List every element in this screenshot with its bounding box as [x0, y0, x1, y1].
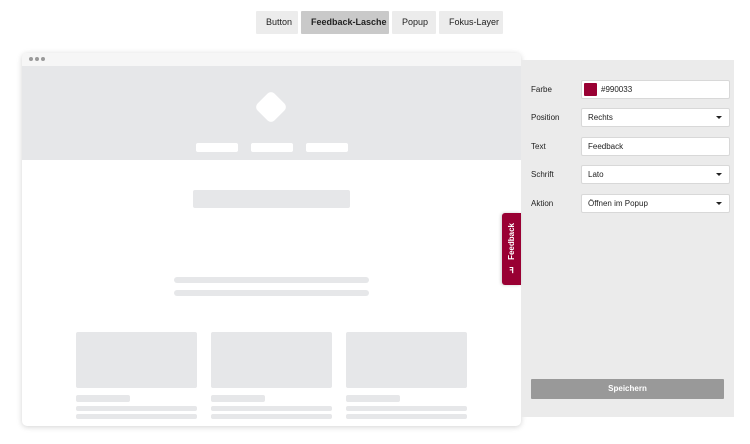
card-image-placeholder	[346, 332, 467, 388]
font-row: Schrift Lato	[531, 165, 730, 184]
feedback-tab-label: Feedback	[507, 223, 516, 260]
caret-down-icon	[716, 202, 722, 205]
action-row: Aktion Öffnen im Popup	[531, 194, 730, 213]
card-title-placeholder	[211, 395, 265, 402]
nav-placeholder	[251, 143, 293, 152]
color-value: #990033	[601, 85, 633, 94]
feedback-tab[interactable]: Feedback ꟻ	[502, 213, 521, 285]
font-label: Schrift	[531, 170, 554, 179]
position-row: Position Rechts	[531, 108, 730, 127]
position-label: Position	[531, 113, 560, 122]
window-dots-icon	[29, 57, 45, 61]
card-image-placeholder	[211, 332, 332, 388]
tab-button[interactable]: Button	[256, 11, 298, 34]
action-select[interactable]: Öffnen im Popup	[581, 194, 730, 213]
card-text-placeholder	[76, 406, 197, 411]
nav-placeholder	[196, 143, 238, 152]
card-title-placeholder	[346, 395, 400, 402]
card-title-placeholder	[76, 395, 130, 402]
position-select[interactable]: Rechts	[581, 108, 730, 127]
browser-title-bar	[22, 53, 521, 66]
color-picker-field[interactable]: #990033	[581, 80, 730, 99]
caret-down-icon	[716, 116, 722, 119]
website-preview	[22, 53, 521, 426]
tab-popup[interactable]: Popup	[392, 11, 436, 34]
font-value: Lato	[588, 170, 604, 179]
nav-placeholder	[306, 143, 348, 152]
tab-fokus-layer[interactable]: Fokus-Layer	[439, 11, 503, 34]
text-label: Text	[531, 142, 546, 151]
logo-placeholder-icon	[254, 90, 288, 124]
action-value: Öffnen im Popup	[588, 199, 648, 208]
text-row: Text	[531, 137, 730, 156]
preview-header	[22, 66, 521, 160]
feedback-f-icon: ꟻ	[509, 265, 514, 275]
save-button[interactable]: Speichern	[531, 379, 724, 399]
card-text-placeholder	[346, 414, 467, 419]
text-field[interactable]	[581, 137, 730, 156]
caret-down-icon	[716, 173, 722, 176]
heading-placeholder	[193, 190, 350, 208]
position-value: Rechts	[588, 113, 613, 122]
tab-bar: Button Feedback-Lasche Popup Fokus-Layer	[256, 11, 503, 34]
card-text-placeholder	[211, 406, 332, 411]
card-text-placeholder	[76, 414, 197, 419]
text-line-placeholder	[174, 290, 369, 296]
card-image-placeholder	[76, 332, 197, 388]
card-text-placeholder	[346, 406, 467, 411]
tab-feedback-lasche[interactable]: Feedback-Lasche	[301, 11, 389, 34]
color-swatch[interactable]	[584, 83, 597, 96]
color-label: Farbe	[531, 85, 552, 94]
color-row: Farbe #990033	[531, 80, 730, 99]
text-input[interactable]	[588, 139, 718, 154]
action-label: Aktion	[531, 199, 554, 208]
text-line-placeholder	[174, 277, 369, 283]
font-select[interactable]: Lato	[581, 165, 730, 184]
card-text-placeholder	[211, 414, 332, 419]
settings-panel: Farbe #990033 Position Rechts Text Schri…	[521, 60, 734, 417]
